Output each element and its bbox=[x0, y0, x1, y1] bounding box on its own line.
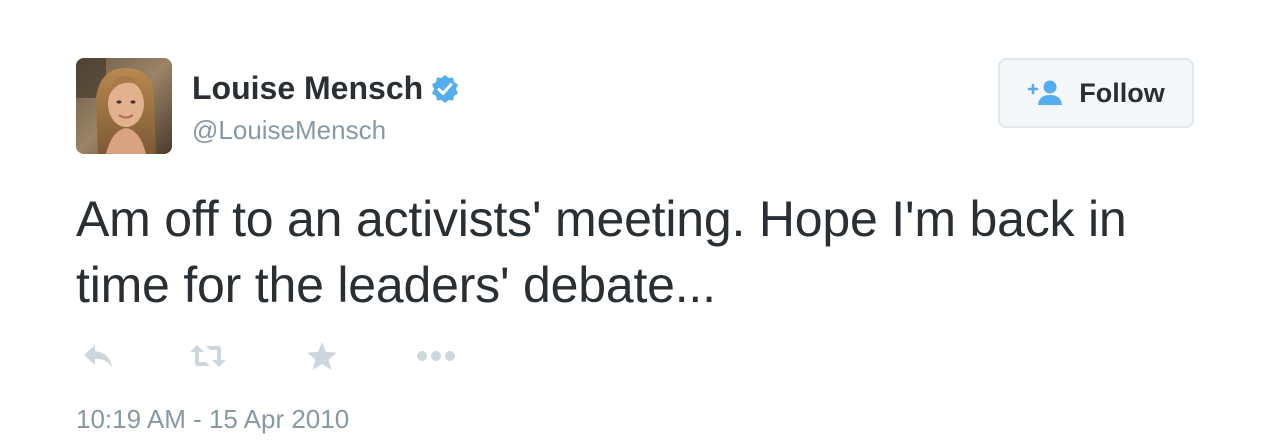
retweet-icon bbox=[188, 341, 228, 376]
author-handle[interactable]: @LouiseMensch bbox=[192, 115, 386, 146]
star-icon bbox=[306, 340, 338, 377]
more-button[interactable] bbox=[416, 340, 456, 376]
favorite-button[interactable] bbox=[302, 340, 342, 376]
tweet-card: Louise Mensch @LouiseMensch Follow Am of… bbox=[0, 0, 1276, 446]
more-dots-icon bbox=[416, 349, 456, 367]
avatar-image bbox=[76, 58, 172, 154]
tweet-text: Am off to an activists' meeting. Hope I'… bbox=[76, 191, 1127, 313]
avatar[interactable] bbox=[76, 58, 172, 154]
verified-badge-icon bbox=[429, 73, 461, 105]
follow-person-plus-icon bbox=[1027, 79, 1065, 107]
author-display-name[interactable]: Louise Mensch bbox=[192, 70, 461, 107]
retweet-button[interactable] bbox=[188, 340, 228, 376]
tweet-timestamp[interactable]: 10:19 AM - 15 Apr 2010 bbox=[76, 404, 349, 435]
reply-icon bbox=[81, 342, 115, 375]
author-name-text[interactable]: Louise Mensch bbox=[192, 70, 423, 107]
follow-button[interactable]: Follow bbox=[998, 58, 1194, 128]
follow-button-label: Follow bbox=[1079, 77, 1165, 108]
reply-button[interactable] bbox=[78, 340, 118, 376]
